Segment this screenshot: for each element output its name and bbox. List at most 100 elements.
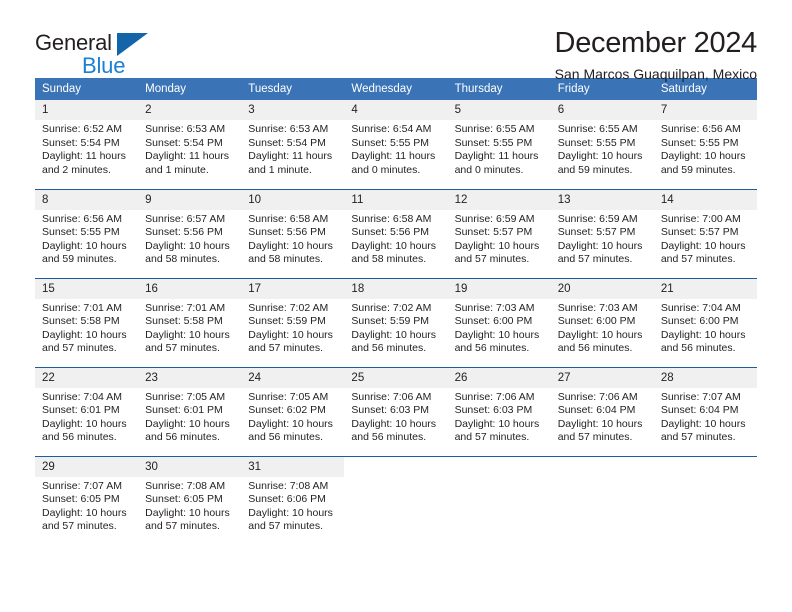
sunrise-text: Sunrise: 6:58 AM (248, 212, 329, 225)
daylight-text-line1: Daylight: 10 hours (351, 239, 437, 252)
day-details: Sunrise: 6:57 AM Sunset: 5:56 PM Daylight:… (138, 210, 241, 267)
calendar-day-cell[interactable]: 15 Sunrise: 7:01 AM Sunset: 5:58 PM Dayligh… (35, 277, 139, 367)
day-number: 9 (138, 189, 242, 210)
page-subtitle: San Marcos Guaquilpan, Mexico (554, 66, 757, 82)
calendar-day-cell[interactable]: 3 Sunrise: 6:53 AM Sunset: 5:54 PM Daylight… (241, 100, 345, 189)
sunset-text: Sunset: 5:54 PM (248, 136, 326, 149)
day-details: Sunrise: 6:59 AM Sunset: 5:57 PM Daylight:… (551, 210, 654, 267)
day-details: Sunrise: 6:53 AM Sunset: 5:54 PM Daylight:… (241, 120, 344, 177)
calendar-day-cell[interactable]: 23 Sunrise: 7:05 AM Sunset: 6:01 PM Dayligh… (138, 366, 242, 456)
day-number: 12 (447, 189, 551, 210)
sunset-text: Sunset: 5:58 PM (42, 315, 120, 328)
sunset-text: Sunset: 5:56 PM (145, 226, 223, 239)
daylight-text-line2: and 57 minutes. (248, 520, 323, 533)
calendar-day-cell[interactable]: 18 Sunrise: 7:02 AM Sunset: 5:59 PM Dayligh… (344, 277, 448, 367)
calendar-day-cell[interactable]: 1 Sunrise: 6:52 AM Sunset: 5:54 PM Daylight… (35, 100, 139, 189)
daylight-text-line1: Daylight: 10 hours (145, 506, 230, 519)
calendar-day-cell[interactable]: 26 Sunrise: 7:06 AM Sunset: 6:03 PM Dayligh… (447, 366, 551, 456)
daylight-text-line1: Daylight: 10 hours (248, 417, 333, 430)
daylight-text-line2: and 56 minutes. (248, 431, 323, 444)
calendar-day-cell[interactable]: 14 Sunrise: 7:00 AM Sunset: 5:57 PM Dayligh… (653, 188, 757, 278)
calendar-day-cell[interactable]: 20 Sunrise: 7:03 AM Sunset: 6:00 PM Dayligh… (550, 277, 654, 367)
sunrise-text: Sunrise: 6:55 AM (557, 123, 638, 135)
weekday-header-thursday: Thursday (447, 78, 551, 100)
calendar-day-cell[interactable]: 9 Sunrise: 6:57 AM Sunset: 5:56 PM Daylight… (138, 188, 242, 278)
day-number: 24 (241, 367, 345, 388)
calendar-week-row: 1 Sunrise: 6:52 AM Sunset: 5:54 PM Daylight… (35, 100, 757, 189)
calendar-day-cell[interactable]: 24 Sunrise: 7:05 AM Sunset: 6:02 PM Dayligh… (241, 366, 345, 456)
calendar-day-cell[interactable]: 16 Sunrise: 7:01 AM Sunset: 5:58 PM Dayligh… (138, 277, 242, 367)
sunset-text: Sunset: 5:57 PM (454, 226, 533, 239)
day-number: 28 (653, 367, 757, 388)
calendar-day-cell[interactable]: 21 Sunrise: 7:04 AM Sunset: 6:00 PM Dayligh… (653, 277, 757, 367)
daylight-text-line2: and 0 minutes. (454, 163, 524, 176)
calendar-day-cell[interactable]: 5 Sunrise: 6:55 AM Sunset: 5:55 PM Daylight… (447, 100, 551, 189)
sunrise-text: Sunrise: 6:57 AM (145, 212, 226, 225)
day-number: 15 (35, 278, 139, 299)
day-number: 30 (138, 456, 242, 477)
sunset-text: Sunset: 5:55 PM (351, 136, 430, 149)
calendar-day-cell[interactable]: 27 Sunrise: 7:06 AM Sunset: 6:04 PM Dayligh… (550, 366, 654, 456)
sunset-text: Sunset: 5:58 PM (145, 315, 223, 328)
calendar-day-cell[interactable]: 2 Sunrise: 6:53 AM Sunset: 5:54 PM Daylight… (138, 100, 242, 189)
daylight-text-line2: and 59 minutes. (660, 163, 736, 176)
calendar-day-cell[interactable]: 22 Sunrise: 7:04 AM Sunset: 6:01 PM Dayligh… (35, 366, 139, 456)
day-number: 13 (550, 189, 654, 210)
daylight-text-line1: Daylight: 10 hours (557, 417, 643, 430)
sunrise-text: Sunrise: 7:03 AM (557, 301, 638, 314)
day-number: 23 (138, 367, 242, 388)
sunset-text: Sunset: 5:55 PM (660, 136, 739, 149)
sunrise-text: Sunrise: 7:03 AM (454, 301, 535, 314)
daylight-text-line1: Daylight: 10 hours (660, 150, 746, 163)
daylight-text-line1: Daylight: 10 hours (351, 417, 437, 430)
calendar-day-cell[interactable]: 30 Sunrise: 7:08 AM Sunset: 6:05 PM Dayligh… (138, 455, 242, 545)
daylight-text-line2: and 58 minutes. (351, 253, 427, 266)
day-details: Sunrise: 7:08 AM Sunset: 6:06 PM Daylight:… (241, 477, 344, 534)
calendar-day-cell-empty (344, 455, 448, 545)
day-details: Sunrise: 7:01 AM Sunset: 5:58 PM Daylight:… (138, 299, 241, 356)
calendar-day-cell[interactable]: 17 Sunrise: 7:02 AM Sunset: 5:59 PM Dayligh… (241, 277, 345, 367)
sunrise-text: Sunrise: 6:52 AM (42, 123, 122, 135)
daylight-text-line1: Daylight: 11 hours (42, 150, 126, 163)
calendar-day-cell[interactable]: 13 Sunrise: 6:59 AM Sunset: 5:57 PM Dayligh… (550, 188, 654, 278)
sunset-text: Sunset: 5:56 PM (351, 226, 430, 239)
calendar-body: 1 Sunrise: 6:52 AM Sunset: 5:54 PM Daylight… (35, 100, 757, 545)
calendar-day-cell[interactable]: 31 Sunrise: 7:08 AM Sunset: 6:06 PM Dayligh… (241, 455, 345, 545)
sunrise-text: Sunrise: 7:02 AM (248, 301, 329, 314)
calendar-day-cell[interactable]: 25 Sunrise: 7:06 AM Sunset: 6:03 PM Dayligh… (344, 366, 448, 456)
calendar-day-cell[interactable]: 12 Sunrise: 6:59 AM Sunset: 5:57 PM Dayligh… (447, 188, 551, 278)
sunset-text: Sunset: 6:04 PM (660, 404, 739, 417)
calendar-day-cell[interactable]: 19 Sunrise: 7:03 AM Sunset: 6:00 PM Dayligh… (447, 277, 551, 367)
day-details: Sunrise: 6:54 AM Sunset: 5:55 PM Daylight:… (344, 120, 447, 177)
day-number: 17 (241, 278, 345, 299)
day-details: Sunrise: 6:55 AM Sunset: 5:55 PM Daylight:… (448, 120, 551, 177)
calendar-day-cell[interactable]: 6 Sunrise: 6:55 AM Sunset: 5:55 PM Daylight… (550, 100, 654, 189)
day-details: Sunrise: 7:06 AM Sunset: 6:03 PM Daylight:… (448, 388, 551, 445)
day-details: Sunrise: 7:04 AM Sunset: 6:01 PM Daylight:… (35, 388, 138, 445)
calendar-day-cell[interactable]: 4 Sunrise: 6:54 AM Sunset: 5:55 PM Daylight… (344, 100, 448, 189)
daylight-text-line1: Daylight: 10 hours (557, 328, 643, 341)
calendar-day-cell[interactable]: 28 Sunrise: 7:07 AM Sunset: 6:04 PM Dayligh… (653, 366, 757, 456)
daylight-text-line1: Daylight: 10 hours (660, 328, 746, 341)
daylight-text-line1: Daylight: 10 hours (660, 239, 746, 252)
calendar-day-cell[interactable]: 29 Sunrise: 7:07 AM Sunset: 6:05 PM Dayligh… (35, 455, 139, 545)
daylight-text-line1: Daylight: 10 hours (454, 328, 540, 341)
sunset-text: Sunset: 6:05 PM (42, 493, 120, 506)
general-blue-logo[interactable]: General Blue (35, 31, 215, 78)
daylight-text-line2: and 57 minutes. (557, 431, 633, 444)
daylight-text-line2: and 56 minutes. (454, 342, 530, 355)
daylight-text-line2: and 56 minutes. (351, 342, 427, 355)
daylight-text-line2: and 59 minutes. (557, 163, 633, 176)
calendar-day-cell[interactable]: 11 Sunrise: 6:58 AM Sunset: 5:56 PM Dayligh… (344, 188, 448, 278)
sunrise-text: Sunrise: 7:05 AM (145, 390, 226, 403)
sunrise-text: Sunrise: 7:01 AM (42, 301, 122, 314)
day-details: Sunrise: 6:56 AM Sunset: 5:55 PM Daylight:… (35, 210, 138, 267)
calendar-day-cell[interactable]: 10 Sunrise: 6:58 AM Sunset: 5:56 PM Dayligh… (241, 188, 345, 278)
sunrise-text: Sunrise: 7:00 AM (660, 212, 741, 225)
daylight-text-line2: and 56 minutes. (351, 431, 427, 444)
calendar-day-cell[interactable]: 8 Sunrise: 6:56 AM Sunset: 5:55 PM Daylight… (35, 188, 139, 278)
calendar-day-cell[interactable]: 7 Sunrise: 6:56 AM Sunset: 5:55 PM Daylight… (653, 100, 757, 189)
day-details: Sunrise: 7:08 AM Sunset: 6:05 PM Daylight:… (138, 477, 241, 534)
daylight-text-line1: Daylight: 11 hours (145, 150, 229, 163)
daylight-text-line1: Daylight: 11 hours (248, 150, 333, 163)
